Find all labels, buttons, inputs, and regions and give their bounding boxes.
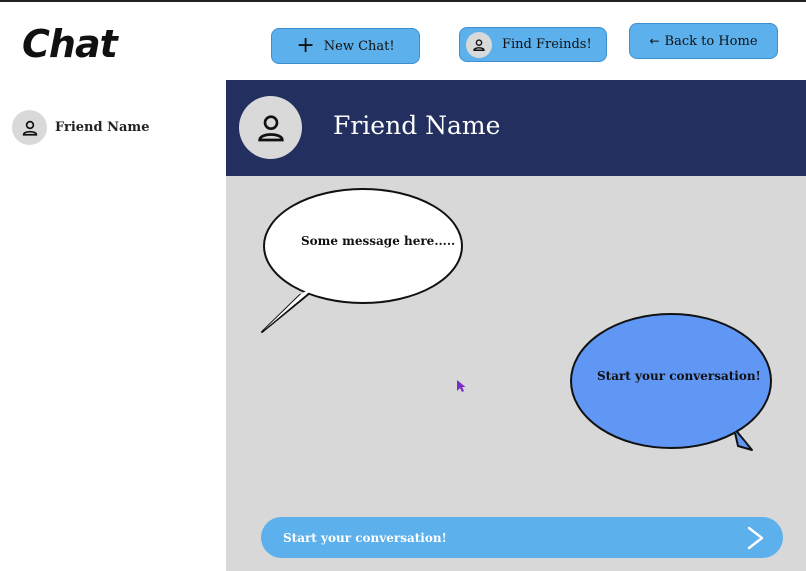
arrow-left-icon: ← <box>649 34 660 48</box>
message-input[interactable] <box>283 517 723 558</box>
find-friends-label: Find Freinds! <box>502 37 592 52</box>
incoming-bubble-shape <box>261 287 317 333</box>
plus-icon: + <box>296 33 315 58</box>
sidebar-item-friend[interactable]: Friend Name <box>12 110 149 145</box>
chat-header-name: Friend Name <box>333 111 501 140</box>
chat-header: Friend Name <box>226 80 806 176</box>
back-to-home-label: Back to Home <box>664 33 758 49</box>
sidebar-item-label: Friend Name <box>55 120 150 135</box>
mouse-cursor-icon <box>457 380 466 392</box>
person-icon <box>12 110 47 145</box>
message-input-bar <box>261 517 783 558</box>
person-icon <box>239 96 302 159</box>
person-icon <box>466 31 492 58</box>
outgoing-message: Start your conversation! <box>597 369 761 383</box>
send-chevron-icon[interactable] <box>745 526 767 550</box>
app-title: Chat <box>22 22 118 66</box>
chat-messages-area: Some message here..... Start your conver… <box>226 176 806 571</box>
new-chat-button[interactable]: + New Chat! <box>271 28 420 64</box>
window-top-border <box>0 0 806 2</box>
find-friends-button[interactable]: Find Freinds! <box>459 27 607 62</box>
incoming-message: Some message here..... <box>301 234 456 248</box>
back-to-home-button[interactable]: ← Back to Home <box>629 23 778 59</box>
new-chat-label: New Chat! <box>323 38 395 54</box>
